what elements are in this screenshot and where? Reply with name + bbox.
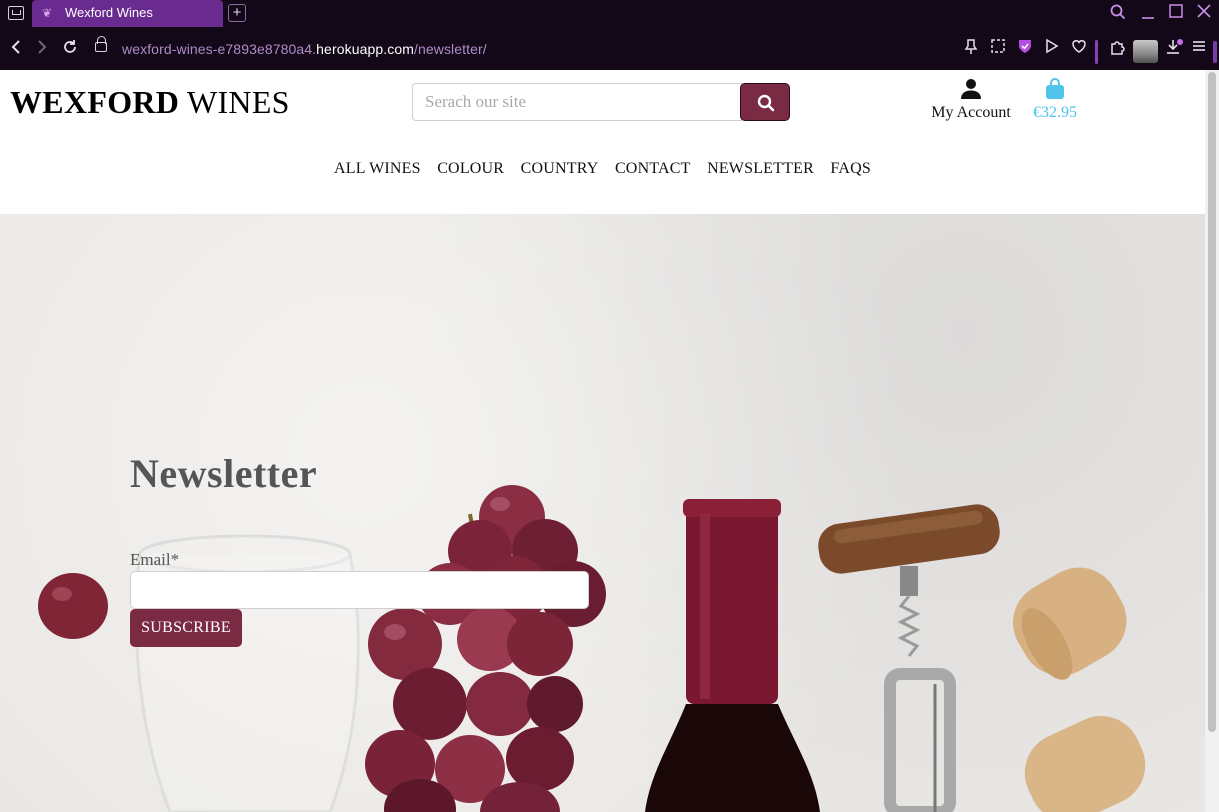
screenshot-icon[interactable] (990, 38, 1006, 59)
forward-icon[interactable] (35, 38, 49, 61)
url-host: herokuapp.com (316, 41, 414, 57)
logo-bold-text: WEXFORD (10, 84, 180, 120)
logo-light-text: WINES (186, 84, 290, 120)
wine-still-life-image (38, 485, 1146, 812)
email-label: Email* (130, 550, 180, 569)
user-icon (961, 79, 981, 99)
main-navigation: ALL WINES COLOUR COUNTRY CONTACT NEWSLET… (0, 160, 1205, 178)
grape-favicon-icon: ❦ (42, 6, 53, 20)
play-icon[interactable] (1045, 38, 1059, 59)
heart-icon[interactable] (1071, 38, 1087, 59)
shopping-bag-link[interactable]: €32.95 (1026, 78, 1084, 122)
maximize-icon[interactable] (1169, 4, 1183, 23)
email-field[interactable] (130, 571, 589, 609)
window-menu-icon[interactable] (8, 6, 24, 20)
subscribe-button[interactable]: SUBSCRIBE (130, 609, 242, 647)
address-bar[interactable]: wexford-wines-e7893e8780a4.herokuapp.com… (122, 41, 487, 57)
back-icon[interactable] (9, 38, 23, 61)
page-scrollbar[interactable] (1205, 70, 1219, 812)
search-input[interactable] (412, 83, 742, 121)
pin-icon[interactable] (964, 38, 978, 61)
shopping-bag-icon (1046, 78, 1064, 99)
nav-faqs[interactable]: FAQS (830, 160, 871, 177)
web-page: WEXFORD WINES My Account €32.95 ALL WINE… (0, 70, 1205, 812)
nav-newsletter[interactable]: NEWSLETTER (707, 160, 814, 177)
nav-all-wines[interactable]: ALL WINES (334, 160, 421, 177)
download-badge (1177, 39, 1183, 45)
browser-tab[interactable]: ❦ Wexford Wines (32, 0, 223, 27)
search-icon (757, 94, 775, 112)
nav-contact[interactable]: CONTACT (615, 160, 691, 177)
my-account-label: My Account (931, 104, 1011, 121)
scrollbar-thumb[interactable] (1208, 72, 1216, 732)
url-path: /newsletter/ (413, 41, 487, 57)
search-tabs-icon[interactable] (1110, 4, 1126, 25)
toolbar-divider (1095, 40, 1098, 64)
profile-avatar[interactable] (1133, 40, 1158, 63)
new-tab-button[interactable]: + (228, 4, 246, 22)
shield-icon[interactable] (1017, 38, 1033, 59)
search-button[interactable] (740, 83, 790, 121)
page-title: Newsletter (130, 451, 318, 496)
menu-icon[interactable] (1192, 38, 1206, 59)
site-logo[interactable]: WEXFORD WINES (10, 84, 290, 121)
minimize-icon[interactable] (1141, 4, 1155, 25)
url-prefix: wexford-wines-e7893e8780a4. (122, 41, 317, 57)
lock-icon[interactable] (95, 36, 107, 52)
reload-icon[interactable] (61, 38, 79, 61)
extensions-icon[interactable] (1109, 38, 1127, 61)
my-account-link[interactable]: My Account (920, 78, 1022, 122)
hero-background: Newsletter Email* SUBSCRIBE (0, 214, 1205, 812)
close-window-icon[interactable] (1197, 4, 1211, 23)
sidebar-strip (1213, 41, 1217, 63)
nav-country[interactable]: COUNTRY (521, 160, 599, 177)
tab-title: Wexford Wines (65, 5, 153, 20)
browser-tab-bar: ❦ Wexford Wines + (0, 0, 1219, 27)
nav-colour[interactable]: COLOUR (437, 160, 504, 177)
bag-total: €32.95 (1033, 104, 1077, 121)
browser-toolbar: wexford-wines-e7893e8780a4.herokuapp.com… (0, 27, 1219, 70)
